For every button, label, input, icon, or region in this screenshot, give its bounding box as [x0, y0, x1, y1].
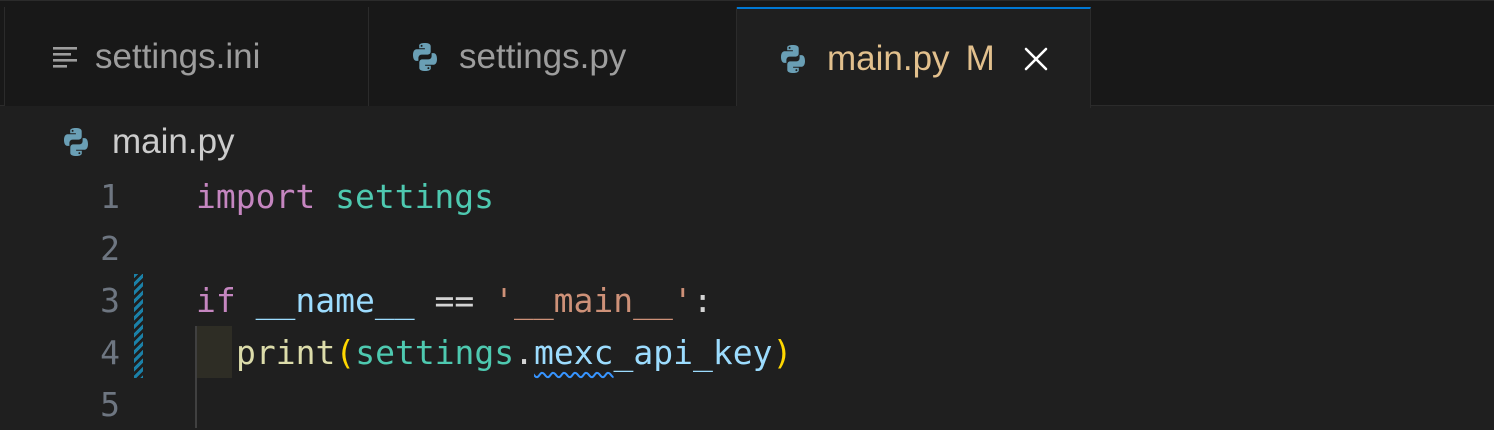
bracket: (	[335, 332, 356, 372]
code-text: print(settings.mexc_api_key)	[236, 333, 792, 372]
modified-badge: M	[965, 38, 995, 78]
tab-main-py[interactable]: main.py M	[737, 7, 1091, 108]
close-icon[interactable]	[1021, 44, 1051, 74]
tab-settings-py[interactable]: settings.py	[369, 7, 737, 106]
attribute-name: _api_key	[613, 332, 773, 372]
code-line[interactable]: 5	[0, 378, 1494, 430]
python-icon	[777, 43, 809, 75]
breadcrumb[interactable]: main.py	[60, 120, 235, 164]
line-number: 3	[100, 280, 120, 320]
operator: ==	[434, 280, 475, 320]
line-number: 4	[100, 332, 120, 372]
code-text: if __name__ == '__main__':	[196, 281, 713, 320]
line-number: 2	[100, 228, 120, 268]
string-literal: '__main__'	[494, 280, 693, 320]
code-text: import settings	[196, 177, 494, 216]
tab-bar: settings.ini settings.py main.py M	[0, 0, 1494, 108]
module-name: settings	[355, 332, 515, 372]
code-line[interactable]: 2	[0, 222, 1494, 274]
dot: .	[514, 332, 535, 372]
tab-label: settings.ini	[95, 36, 261, 76]
line-number: 1	[100, 176, 120, 216]
python-icon	[409, 41, 441, 73]
code-editor[interactable]: 1 import settings 2 3 if __name__ == '__…	[0, 168, 1494, 428]
module-name: settings	[335, 176, 495, 216]
python-icon	[60, 126, 92, 158]
tab-label: settings.py	[459, 36, 627, 76]
code-line[interactable]: 3 if __name__ == '__main__':	[0, 274, 1494, 326]
function-name: print	[236, 332, 336, 372]
variable: __name__	[255, 280, 415, 320]
keyword: if	[196, 280, 236, 320]
bracket: )	[772, 332, 793, 372]
code-line[interactable]: 4 print(settings.mexc_api_key)	[0, 326, 1494, 378]
colon: :	[692, 280, 713, 320]
warning-squiggle[interactable]: mexc	[534, 333, 613, 372]
tab-label: main.py	[827, 38, 950, 78]
keyword: import	[196, 176, 316, 216]
breadcrumb-label: main.py	[112, 122, 235, 161]
tab-settings-ini[interactable]: settings.ini	[4, 7, 369, 106]
lines-icon	[53, 45, 79, 69]
line-number: 5	[100, 384, 120, 424]
code-line[interactable]: 1 import settings	[0, 170, 1494, 222]
